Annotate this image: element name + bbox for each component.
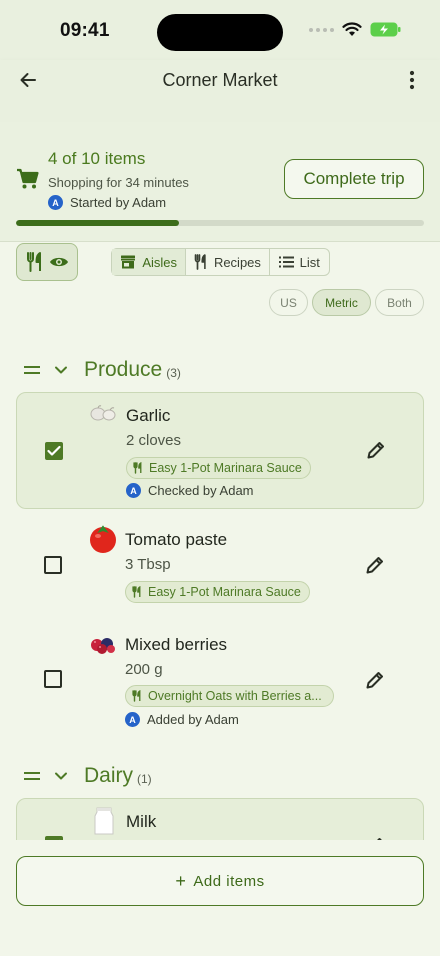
unit-metric[interactable]: Metric (312, 289, 371, 316)
view-mode-aisles[interactable]: Aisles (112, 249, 187, 275)
section-count: (3) (166, 366, 181, 380)
trip-progress-card: 4 of 10 items Shopping for 34 minutes A … (0, 122, 440, 242)
recipe-chip[interactable]: Easy 1-Pot Marinara Sauce (125, 581, 310, 603)
store-icon (121, 255, 136, 269)
trip-progress-bar (16, 220, 424, 226)
checked-by-label: Checked by Adam (148, 483, 254, 498)
list-item-garlic: Garlic 2 cloves Easy 1-Pot Marinara Sauc… (16, 392, 424, 509)
recipe-chip-label: Overnight Oats with Berries a... (148, 689, 322, 703)
shopping-duration: Shopping for 34 minutes (48, 175, 189, 190)
recipe-visibility-toggle[interactable] (16, 243, 78, 281)
cellular-signal-icon (309, 27, 334, 32)
bottom-action-bar: + Add items (0, 840, 440, 956)
section-header-produce[interactable]: Produce (3) (24, 358, 181, 382)
unit-both[interactable]: Both (375, 289, 424, 316)
started-by: A Started by Adam (48, 195, 166, 210)
edit-item-button[interactable] (362, 667, 388, 693)
fork-knife-icon (26, 252, 41, 272)
recipe-chip-label: Easy 1-Pot Marinara Sauce (149, 461, 302, 475)
status-bar: 09:41 (0, 0, 440, 60)
item-quantity: 2 cloves (126, 432, 182, 449)
check-icon (47, 445, 61, 456)
item-checkbox[interactable] (44, 670, 62, 688)
chevron-down-icon[interactable] (54, 771, 68, 781)
avatar: A (126, 483, 141, 498)
eye-icon (49, 257, 68, 267)
cart-icon (17, 168, 39, 189)
view-mode-recipes-label: Recipes (213, 254, 261, 270)
more-options-button[interactable] (398, 66, 426, 94)
list-item-mixed-berries: Mixed berries 200 g Overnight Oats with … (16, 620, 424, 742)
edit-item-button[interactable] (362, 552, 388, 578)
list-item-tomato-paste: Tomato paste 3 Tbsp Easy 1-Pot Marinara … (16, 515, 424, 615)
milk-icon (89, 806, 119, 836)
item-name: Tomato paste (125, 530, 228, 549)
dynamic-island (157, 14, 283, 51)
recipe-chip[interactable]: Overnight Oats with Berries a... (125, 685, 334, 707)
section-title: Produce (84, 358, 163, 381)
app-bar: Corner Market (0, 60, 440, 122)
page-title: Corner Market (162, 70, 278, 90)
tomato-icon (88, 524, 118, 554)
added-by: A Added by Adam (125, 712, 239, 727)
plus-icon: + (175, 870, 187, 891)
edit-item-button[interactable] (363, 437, 389, 463)
fork-knife-icon (132, 690, 141, 702)
fork-knife-icon (133, 462, 142, 474)
item-quantity: 3 Tbsp (125, 556, 171, 573)
started-by-label: Started by Adam (70, 195, 167, 210)
status-icons (309, 22, 402, 37)
avatar: A (48, 195, 63, 210)
pencil-icon (366, 557, 383, 574)
more-vertical-icon (409, 70, 415, 90)
view-mode-recipes[interactable]: Recipes (186, 249, 270, 275)
view-mode-list[interactable]: List (270, 249, 329, 275)
view-mode-list-label: List (299, 254, 320, 270)
view-mode-aisles-label: Aisles (142, 254, 177, 270)
item-quantity: 200 g (125, 661, 163, 678)
complete-trip-button[interactable]: Complete trip (284, 159, 424, 199)
berries-icon (88, 629, 118, 659)
item-name: Mixed berries (125, 635, 228, 654)
pencil-icon (367, 442, 384, 459)
chevron-down-icon[interactable] (54, 365, 68, 375)
fork-knife-icon (132, 586, 141, 598)
add-items-label: Add items (193, 872, 265, 890)
fork-knife-icon (194, 254, 206, 270)
status-time: 09:41 (60, 20, 110, 41)
section-count: (1) (137, 772, 152, 786)
checked-by: A Checked by Adam (126, 483, 254, 498)
view-mode-segmented: Aisles Recipes List (111, 248, 330, 276)
avatar: A (125, 712, 140, 727)
unit-us[interactable]: US (269, 289, 308, 316)
drag-handle-icon[interactable] (24, 771, 40, 781)
recipe-chip[interactable]: Easy 1-Pot Marinara Sauce (126, 457, 311, 479)
list-icon (278, 256, 294, 268)
trip-progress-fill (16, 220, 180, 226)
pencil-icon (366, 672, 383, 689)
garlic-icon (89, 399, 119, 429)
added-by-label: Added by Adam (147, 712, 239, 727)
section-header-dairy[interactable]: Dairy (1) (24, 764, 152, 788)
item-name: Milk (126, 812, 157, 831)
recipe-chip-label: Easy 1-Pot Marinara Sauce (148, 585, 301, 599)
wifi-icon (342, 22, 362, 36)
item-checkbox[interactable] (44, 556, 62, 574)
items-progress-count: 4 of 10 items (48, 149, 146, 168)
add-items-button[interactable]: + Add items (16, 856, 424, 906)
drag-handle-icon[interactable] (24, 365, 40, 375)
battery-charging-icon (370, 22, 401, 37)
item-name: Garlic (126, 406, 171, 425)
section-title: Dairy (84, 764, 134, 787)
item-checkbox[interactable] (45, 442, 63, 460)
